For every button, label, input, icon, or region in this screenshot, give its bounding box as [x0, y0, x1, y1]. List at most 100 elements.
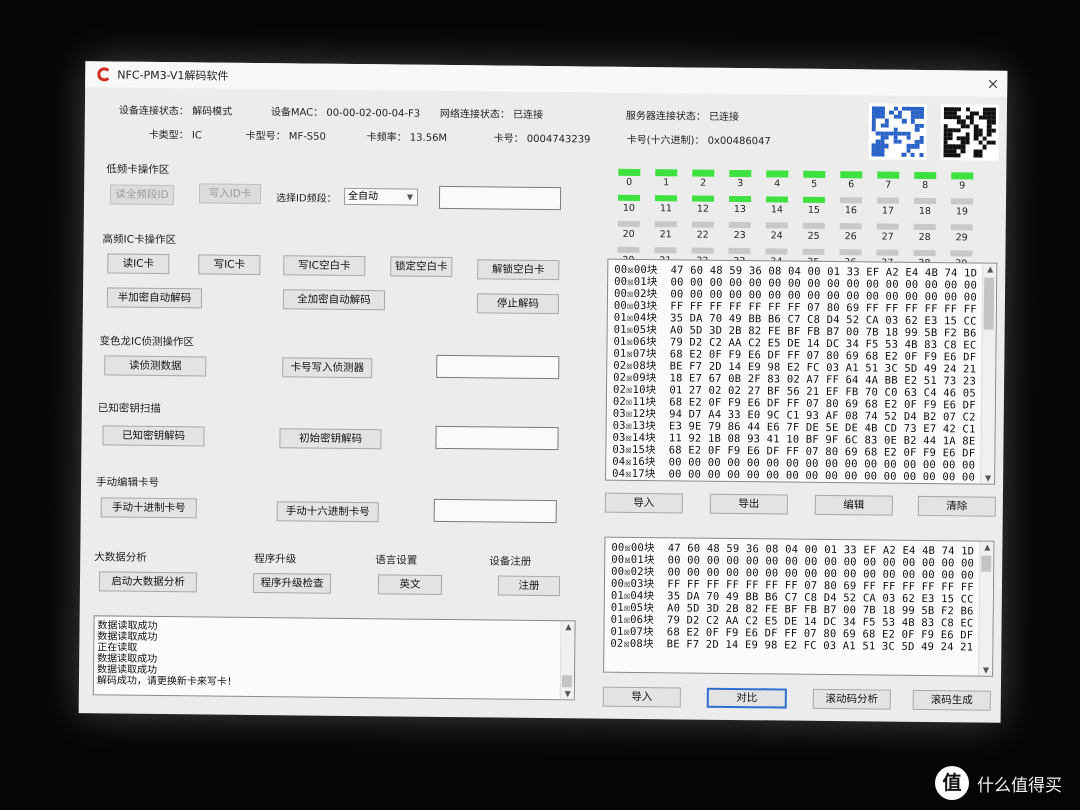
write-ic-blank-card-button[interactable]: 写IC空白卡	[283, 255, 366, 277]
channel-label: 8	[922, 179, 929, 192]
register-button[interactable]: 注册	[497, 575, 561, 597]
channel-label: 20	[622, 228, 635, 240]
hex-scrollbar[interactable]: ▲ ▼	[980, 263, 997, 484]
freq-select-value: 全自动	[347, 190, 379, 203]
lock-blank-card-button[interactable]: 锁定空白卡	[390, 256, 453, 278]
high-freq-section-title: 高频IC卡操作区	[102, 233, 177, 247]
hex-dump-primary[interactable]: 04☒17块 00 00 00 00 00 00 00 00 00 00 00 …	[605, 258, 998, 485]
scroll-down-icon[interactable]: ▼	[983, 666, 989, 675]
network-status: 网络连接状态： 已连接	[439, 108, 544, 121]
channel-indicator	[950, 198, 974, 205]
rolling-code-analysis-button[interactable]: 滚动码分析	[812, 688, 891, 710]
log-panel[interactable]: 数据读取成功 数据读取成功 正在读取 数据读取成功 数据读取成功 解码成功，请更…	[92, 615, 576, 701]
channel-indicator	[728, 221, 751, 229]
import-button[interactable]: 导入	[604, 492, 683, 514]
scroll-thumb[interactable]	[561, 675, 573, 688]
half-encrypt-decode-button[interactable]: 半加密自动解码	[106, 287, 203, 309]
channel-indicator	[618, 168, 641, 177]
full-encrypt-decode-button[interactable]: 全加密自动解码	[282, 289, 386, 311]
hex-scrollbar[interactable]: ▲ ▼	[978, 541, 994, 676]
channel-indicator	[729, 195, 752, 203]
chameleon-output-field[interactable]	[436, 354, 560, 380]
channel-label: 21	[659, 229, 672, 241]
channel-label: 17	[881, 205, 895, 217]
chevron-down-icon: ▼	[406, 192, 414, 202]
channel-indicator	[876, 249, 899, 256]
channel-label: 5	[811, 178, 818, 190]
channel-label: 6	[848, 179, 855, 191]
stop-decode-button[interactable]: 停止解码	[476, 293, 560, 315]
low-freq-output-field[interactable]	[438, 185, 562, 211]
unlock-blank-card-button[interactable]: 解锁空白卡	[477, 259, 560, 281]
manual-hex-button[interactable]: 手动十六进制卡号	[276, 501, 379, 523]
device-connection-status: 设备连接状态： 解码模式	[118, 105, 233, 118]
channel-indicator	[729, 169, 752, 178]
channel-label: 15	[807, 204, 821, 216]
freq-select[interactable]: 全自动 ▼	[343, 187, 419, 206]
channel-indicator	[692, 195, 715, 202]
channel-indicator	[840, 171, 863, 179]
low-freq-section-title: 低频卡操作区	[106, 163, 170, 177]
channel-indicator	[803, 170, 826, 178]
channel-label: 4	[774, 178, 781, 190]
compare-button[interactable]: 对比	[706, 687, 787, 709]
channel-label: 12	[696, 203, 710, 215]
channel-label: 14	[770, 204, 784, 216]
card-number-hex: 卡号(十六进制)： 0x00486047	[626, 134, 771, 148]
read-ic-card-button[interactable]: 读IC卡	[107, 253, 170, 275]
channel-indicator	[950, 224, 973, 231]
channel-label: 29	[955, 232, 968, 244]
channel-indicator	[765, 196, 789, 203]
qr-code-icon	[868, 103, 928, 161]
channel-label: 13	[733, 203, 747, 216]
hex-dump-secondary[interactable]: 02☒08块 BE F7 2D 14 E9 98 E2 FC 03 A1 51 …	[603, 536, 995, 677]
start-big-data-button[interactable]: 启动大数据分析	[98, 571, 198, 593]
language-english-button[interactable]: 英文	[377, 574, 443, 595]
card-frequency: 卡频率： 13.56M	[366, 132, 448, 144]
scroll-thumb[interactable]	[981, 555, 992, 572]
manual-input-field[interactable]	[433, 498, 557, 524]
close-button[interactable]: ×	[987, 75, 1000, 93]
known-key-decode-button[interactable]: 已知密钥解码	[102, 425, 205, 447]
manual-decimal-button[interactable]: 手动十进制卡号	[100, 497, 197, 519]
manual-edit-section-title: 手动编辑卡号	[95, 476, 160, 489]
channel-label: 3	[737, 178, 744, 190]
scroll-thumb[interactable]	[983, 277, 995, 330]
scroll-down-icon[interactable]: ▼	[985, 474, 991, 483]
read-detect-data-button[interactable]: 读侦测数据	[104, 355, 207, 377]
write-id-card-button[interactable]: 写入ID卡	[198, 183, 262, 205]
channel-indicator	[951, 172, 974, 180]
import-button[interactable]: 导入	[602, 686, 681, 708]
channel-label: 26	[844, 231, 857, 243]
channel-indicator	[691, 247, 714, 254]
watermark-text: 什么值得买	[977, 775, 1062, 796]
scroll-up-icon[interactable]: ▲	[984, 543, 990, 552]
watermark-logo-icon: 值	[935, 766, 969, 800]
clear-button[interactable]: 清除	[917, 495, 996, 517]
channel-indicator	[766, 170, 789, 178]
export-button[interactable]: 导出	[709, 493, 788, 515]
card-type: 卡类型： IC	[148, 129, 202, 142]
channel-indicator	[654, 247, 677, 254]
upgrade-section-title: 程序升级	[254, 552, 297, 566]
initial-key-decode-button[interactable]: 初始密钥解码	[279, 428, 382, 450]
channel-label: 9	[959, 180, 966, 192]
freq-select-label: 选择ID频段：	[275, 193, 337, 205]
log-scrollbar[interactable]: ▲ ▼	[559, 621, 575, 700]
channel-label: 19	[955, 206, 969, 218]
scroll-up-icon[interactable]: ▲	[987, 265, 993, 274]
channel-label: 10	[622, 202, 636, 214]
channel-label: 7	[885, 179, 892, 191]
channel-indicator	[876, 223, 899, 230]
write-ic-card-button[interactable]: 写IC卡	[198, 254, 261, 276]
write-card-to-detector-button[interactable]: 卡号写入侦测器	[282, 357, 373, 379]
channel-label: 25	[807, 230, 820, 242]
scroll-up-icon[interactable]: ▲	[565, 622, 571, 631]
known-key-output-field[interactable]	[435, 425, 559, 451]
scroll-down-icon[interactable]: ▼	[565, 689, 571, 698]
rolling-code-generate-button[interactable]: 滚码生成	[912, 689, 991, 711]
edit-button[interactable]: 编辑	[814, 494, 893, 516]
read-all-freq-id-button[interactable]: 读全频段ID	[109, 184, 175, 206]
channel-label: 28	[918, 231, 931, 244]
upgrade-check-button[interactable]: 程序升级检查	[252, 572, 332, 594]
